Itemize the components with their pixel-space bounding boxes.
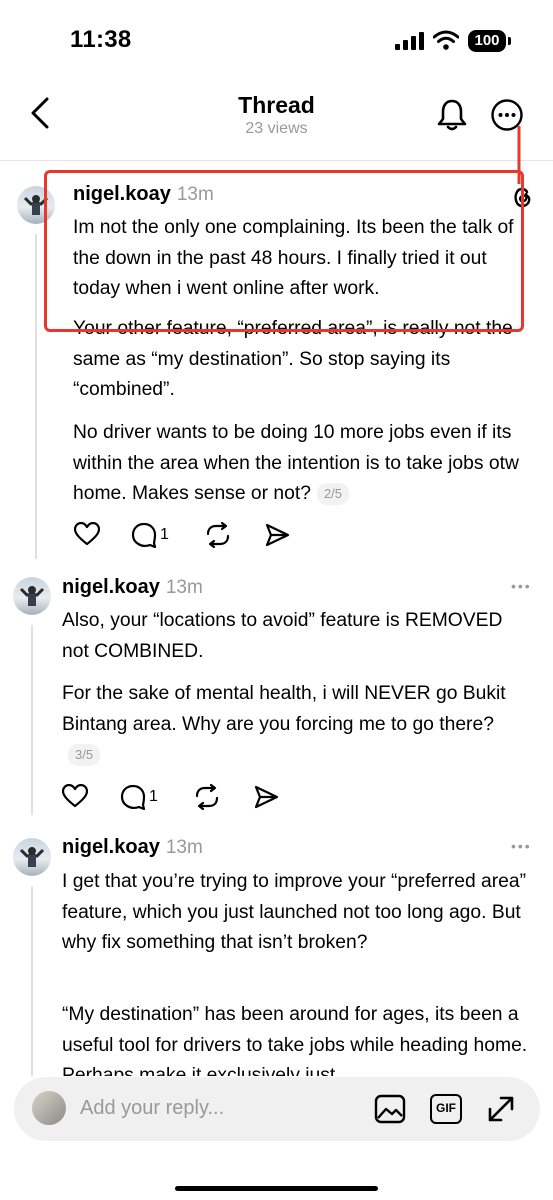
comment-button[interactable]: 1 [131,522,169,548]
bell-icon[interactable] [436,98,468,132]
avatar[interactable] [13,838,51,876]
post-paragraph: “My destination” has been around for age… [62,1004,528,1076]
signal-icon [395,32,424,50]
expand-icon[interactable] [485,1093,517,1125]
like-button[interactable] [62,784,88,808]
repost-button[interactable] [193,784,221,810]
timestamp: 13m [165,837,203,858]
share-icon [265,523,290,547]
thread-pager: 3/5 [68,743,101,766]
status-time: 11:38 [70,26,132,53]
annotation-highlight-box [44,170,524,332]
post-paragraph: Also, your “locations to avoid” feature … [62,610,503,662]
reply-input[interactable]: Add your reply... [80,1097,224,1120]
battery-indicator: 100 [468,30,506,52]
like-button[interactable] [74,522,100,546]
share-button[interactable] [264,522,290,548]
view-count: 23 views [245,120,308,137]
username[interactable]: nigel.koay [62,576,160,598]
page-title: Thread [238,92,315,118]
header-divider [0,160,553,161]
post-header: nigel.koay 13m [62,576,203,599]
repost-icon [206,522,230,548]
avatar-figure-icon [19,586,45,606]
post-paragraph-text: For the sake of mental health, i will NE… [62,683,506,735]
repost-button[interactable] [204,522,232,548]
post-paragraph: I get that you’re trying to improve your… [62,871,527,953]
username[interactable]: nigel.koay [62,836,160,858]
post-more-icon[interactable]: ••• [511,838,532,854]
heart-icon [62,784,88,808]
heart-icon [74,522,100,546]
avatar[interactable] [13,577,51,615]
post-paragraph: No driver wants to be doing 10 more jobs… [73,418,533,510]
post-more-icon[interactable]: ••• [511,578,532,594]
reply-count: 1 [160,526,169,543]
post-paragraph: For the sake of mental health, i will NE… [62,679,522,771]
avatar-figure-icon [19,847,45,867]
repost-icon [195,784,219,810]
share-button[interactable] [253,784,279,810]
thread-line [35,234,37,559]
post-header: nigel.koay 13m [62,836,203,859]
comment-icon [131,522,157,548]
gif-button[interactable]: GIF [430,1094,462,1124]
post-paragraph-text: No driver wants to be doing 10 more jobs… [73,422,519,504]
reply-count: 1 [149,788,158,805]
annotation-line [517,126,521,184]
share-icon [254,785,279,809]
comment-button[interactable]: 1 [120,784,158,810]
home-indicator [175,1186,378,1191]
timestamp: 13m [165,577,203,598]
thread-line [31,886,33,1076]
reply-avatar [32,1091,66,1125]
image-icon[interactable] [374,1094,406,1124]
comment-icon [120,784,146,810]
wifi-icon [433,30,459,50]
thread-line [31,625,33,815]
thread-pager: 2/5 [316,482,350,505]
battery-tip [508,37,511,45]
